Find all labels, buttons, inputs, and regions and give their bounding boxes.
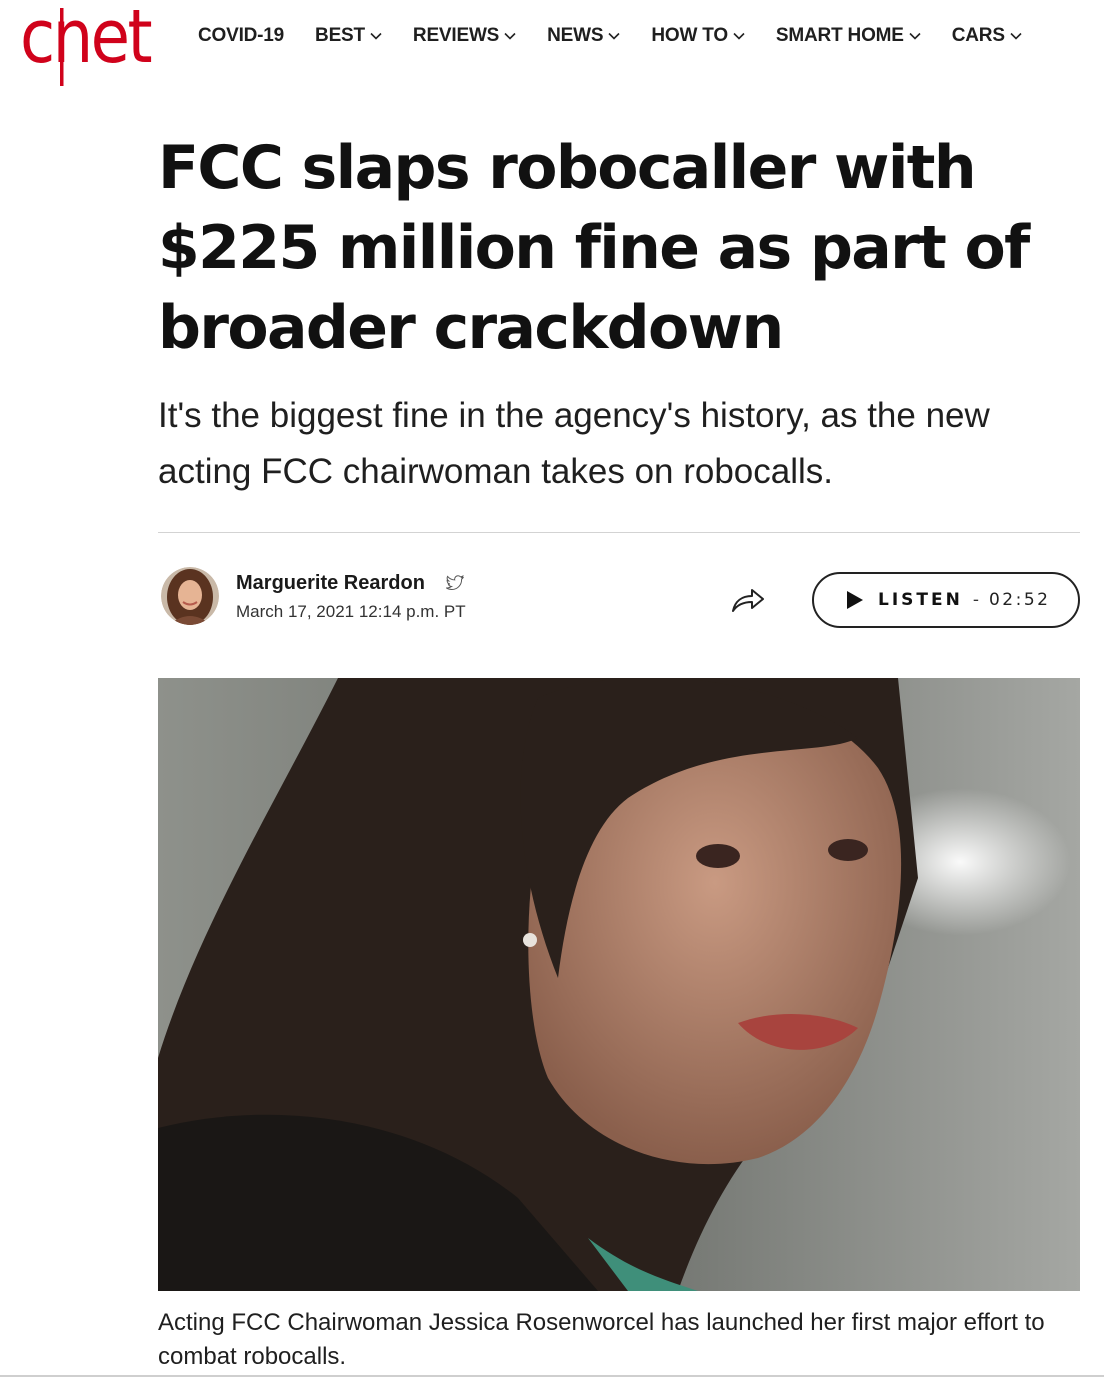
nav-item-reviews[interactable]: REVIEWS [413, 25, 516, 47]
nav-item-news[interactable]: NEWS [547, 25, 620, 47]
listen-separator: - [972, 590, 979, 610]
play-icon [847, 591, 863, 609]
nav-item-label: CARS [951, 25, 1005, 46]
share-arrow-icon[interactable] [730, 585, 766, 615]
site-header: cnet COVID-19 BEST REVIEWS NEWS HOW TO S… [0, 0, 1104, 90]
svg-text:cnet: cnet [20, 4, 152, 80]
author-name-link[interactable]: Marguerite Reardon [236, 572, 425, 595]
listen-duration: 02:52 [988, 590, 1051, 610]
article-dek: It's the biggest fine in the agency's hi… [158, 396, 990, 491]
nav-item-label: BEST [315, 25, 365, 46]
chevron-down-icon [909, 32, 921, 40]
chevron-down-icon [608, 32, 620, 40]
chevron-down-icon [504, 32, 516, 40]
divider [0, 1375, 1104, 1377]
twitter-icon[interactable] [446, 575, 464, 591]
nav-item-label: NEWS [547, 25, 604, 46]
listen-label: LISTEN [878, 590, 963, 610]
listen-button[interactable]: LISTEN - 02:52 [812, 572, 1080, 628]
article-headline: FCC slaps robocaller with $225 million f… [158, 133, 1030, 363]
nav-item-label: COVID-19 [198, 25, 285, 46]
nav-item-label: REVIEWS [412, 25, 500, 46]
author-avatar[interactable] [161, 567, 219, 625]
nav-item-how-to[interactable]: HOW TO [651, 25, 745, 47]
publish-date: March 17, 2021 12:14 p.m. PT [236, 602, 466, 621]
nav-item-cars[interactable]: CARS [952, 25, 1022, 47]
byline: Marguerite Reardon March 17, 2021 12:14 … [158, 565, 1080, 631]
nav-item-covid-19[interactable]: COVID-19 [198, 25, 284, 47]
hero-caption: Acting FCC Chairwoman Jessica Rosenworce… [158, 1309, 1045, 1370]
chevron-down-icon [1010, 32, 1022, 40]
article-header: FCC slaps robocaller with $225 million f… [158, 128, 1080, 500]
chevron-down-icon [370, 32, 382, 40]
main-nav: COVID-19 BEST REVIEWS NEWS HOW TO SMART … [198, 22, 1022, 50]
hero-image [158, 678, 1080, 1291]
divider [158, 532, 1080, 533]
nav-item-best[interactable]: BEST [315, 25, 382, 47]
nav-item-label: SMART HOME [775, 25, 904, 46]
nav-item-label: HOW TO [651, 25, 728, 46]
cnet-logo[interactable]: cnet [20, 4, 155, 86]
nav-item-smart-home[interactable]: SMART HOME [776, 25, 921, 47]
chevron-down-icon [733, 32, 745, 40]
